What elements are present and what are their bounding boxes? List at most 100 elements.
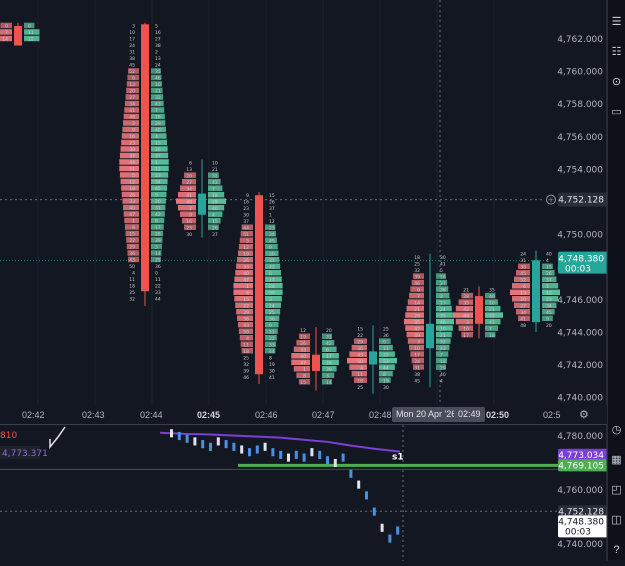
footprint-bid-volume: 0 xyxy=(417,287,420,293)
footprint-ask-volume: 28 xyxy=(326,361,332,367)
footprint-bid-volume: 27 xyxy=(520,304,526,310)
footprint-ask-volume: 6 xyxy=(269,271,272,277)
footprint-ask-cell xyxy=(151,191,167,198)
footprint-ask-volume: 4 xyxy=(155,134,158,140)
footprint-bid-volume: 33 xyxy=(129,199,135,205)
footprint-ask-volume: 10 xyxy=(440,326,446,332)
footprint-bid-cell xyxy=(455,318,473,325)
footprint-bid-volume: 45 xyxy=(129,63,135,69)
footprint-ask-volume: 18 xyxy=(440,359,446,365)
footprint-bid-volume: 46 xyxy=(243,375,249,381)
footprint-bid-volume: 20 xyxy=(186,173,192,179)
footprint-bid-cell xyxy=(123,120,139,126)
footprint-ask-volume: 14 xyxy=(155,251,161,257)
chat-icon[interactable]: ▭ xyxy=(610,106,623,119)
footprint-ask-volume: 44 xyxy=(269,349,275,355)
last-price-label: 4,748.380 xyxy=(558,255,604,265)
footprint-bid-volume: 32 xyxy=(414,268,420,274)
footprint-ask-volume: 12 xyxy=(155,167,161,173)
footprint-ask-volume: 25 xyxy=(383,326,389,332)
footprint-chart[interactable]: 0 07 1114 223 510 1617 2724 3831 238 1345 2452 356 4… xyxy=(0,0,608,405)
footprint-ask-volume: 15 xyxy=(212,219,218,225)
footprint-bid-volume: 38 xyxy=(414,372,420,378)
price-axis-label: 4,756.000 xyxy=(557,133,603,143)
footprint-ask-cell xyxy=(265,295,282,302)
footprint-bid-volume: 38 xyxy=(520,265,526,271)
footprint-bid-volume: 3 xyxy=(132,24,135,30)
footprint-ask-volume: 21 xyxy=(440,333,446,339)
footprint-bid-volume: 3 xyxy=(417,339,420,345)
footprint-bid-volume: 24 xyxy=(129,43,135,49)
object-tree-icon[interactable]: ☰ xyxy=(610,16,623,29)
footprint-bid-volume: 41 xyxy=(520,317,526,323)
footprint-bid-volume: 40 xyxy=(300,354,306,360)
left-value-label: 4,773.371 xyxy=(2,449,48,459)
footprint-bid-cell xyxy=(122,126,139,133)
footprint-bid-volume: 16 xyxy=(129,134,135,140)
footprint-ask-volume: 42 xyxy=(326,341,332,347)
footprint-bid-volume: 17 xyxy=(463,333,469,339)
footprint-ask-volume: 29 xyxy=(212,199,218,205)
time-axis-label: 02:47 xyxy=(312,410,335,420)
footprint-bid-volume: 26 xyxy=(129,193,135,199)
footprint-ask-volume: 7 xyxy=(440,352,443,358)
footprint-ask-volume: 41 xyxy=(440,261,446,267)
footprint-ask-volume: 7 xyxy=(212,186,215,192)
footprint-bid-volume: 47 xyxy=(129,212,135,218)
footprint-ask-volume: 22 xyxy=(383,352,389,358)
price-axis-label: 4,740.000 xyxy=(557,394,603,404)
footprint-ask-volume: 42 xyxy=(155,212,161,218)
footprint-bid-volume: 19 xyxy=(300,335,306,341)
footprint-ask-volume: 20 xyxy=(546,323,552,329)
time-axis[interactable]: 02:42 02:43 02:44 02:45 02:46 02:47 02:48 02:50… xyxy=(0,405,608,424)
footprint-chart-pane[interactable]: 0 0 7 11 14 22 3 5 10 16 17 27 24 38 31 2 38 13 45 24 52 35 6 4… xyxy=(0,0,608,405)
footprint-bid-cell xyxy=(293,366,310,372)
indicator-candle xyxy=(209,442,212,451)
purple-price-tag: 4,773.034 xyxy=(558,451,604,461)
settings-gear-icon[interactable]: ⚙ xyxy=(579,408,589,421)
footprint-bid-volume: 3 xyxy=(466,320,469,326)
footprint-ask-volume: 7 xyxy=(489,326,492,332)
footprint-bid-volume: 20 xyxy=(129,89,135,95)
candle-body xyxy=(255,195,263,375)
time-axis-label: 02:50 xyxy=(486,410,510,420)
footprint-ask-volume: 3 xyxy=(269,297,272,303)
footprint-bid-volume: 28 xyxy=(463,294,469,300)
footprint-bid-volume: 34 xyxy=(129,102,135,108)
footprint-bid-volume: 23 xyxy=(243,206,249,212)
footprint-bid-volume: 41 xyxy=(129,108,135,114)
indicator-pane[interactable]: s1 810 4,773.371 4,780.000 4,760.000 4,740.00… xyxy=(0,424,608,561)
watchlist-icon[interactable]: ☷ xyxy=(610,46,623,59)
indicator-candle xyxy=(380,523,384,532)
footprint-ask-volume: 25 xyxy=(269,310,275,316)
help-icon[interactable]: ? xyxy=(610,544,623,557)
alert-icon[interactable]: ⊙ xyxy=(610,76,623,89)
footprint-bid-volume: 13 xyxy=(129,82,135,88)
hotlist-icon[interactable]: ◰ xyxy=(610,484,623,497)
indicator-candle xyxy=(263,442,267,451)
indicator-candle xyxy=(271,448,275,457)
footprint-bid-volume: 23 xyxy=(129,141,135,147)
footprint-bid-volume: 5 xyxy=(132,173,135,179)
footprint-ask-volume: 31 xyxy=(155,206,161,212)
footprint-bid-cell xyxy=(233,282,253,289)
footprint-bid-cell xyxy=(407,338,424,344)
footprint-ask-volume: 26 xyxy=(212,225,218,231)
footprint-bid-volume: 51 xyxy=(129,167,135,173)
indicator-chart[interactable]: s1 810 4,773.371 4,780.000 4,760.000 4,740.00… xyxy=(0,425,608,561)
indicator-axis-label: 4,740.000 xyxy=(557,540,603,550)
calendar-icon[interactable]: ◷ xyxy=(610,424,623,437)
data-window-icon[interactable]: ▦ xyxy=(610,454,623,467)
footprint-ask-volume: 22 xyxy=(155,284,161,290)
indicator-candle xyxy=(216,437,220,446)
footprint-bid-cell xyxy=(180,211,196,217)
footprint-bid-volume: 4 xyxy=(246,336,249,342)
ideas-icon[interactable]: ◫ xyxy=(610,514,623,527)
footprint-bid-volume: 16 xyxy=(243,199,249,205)
footprint-bid-volume: 25 xyxy=(129,290,135,296)
footprint-bid-volume: 7 xyxy=(417,294,420,300)
footprint-bid-volume: 20 xyxy=(520,297,526,303)
price-axis-label: 4,746.000 xyxy=(557,296,603,306)
candle-body xyxy=(532,260,540,323)
price-axis-label: 4,744.000 xyxy=(557,328,603,338)
